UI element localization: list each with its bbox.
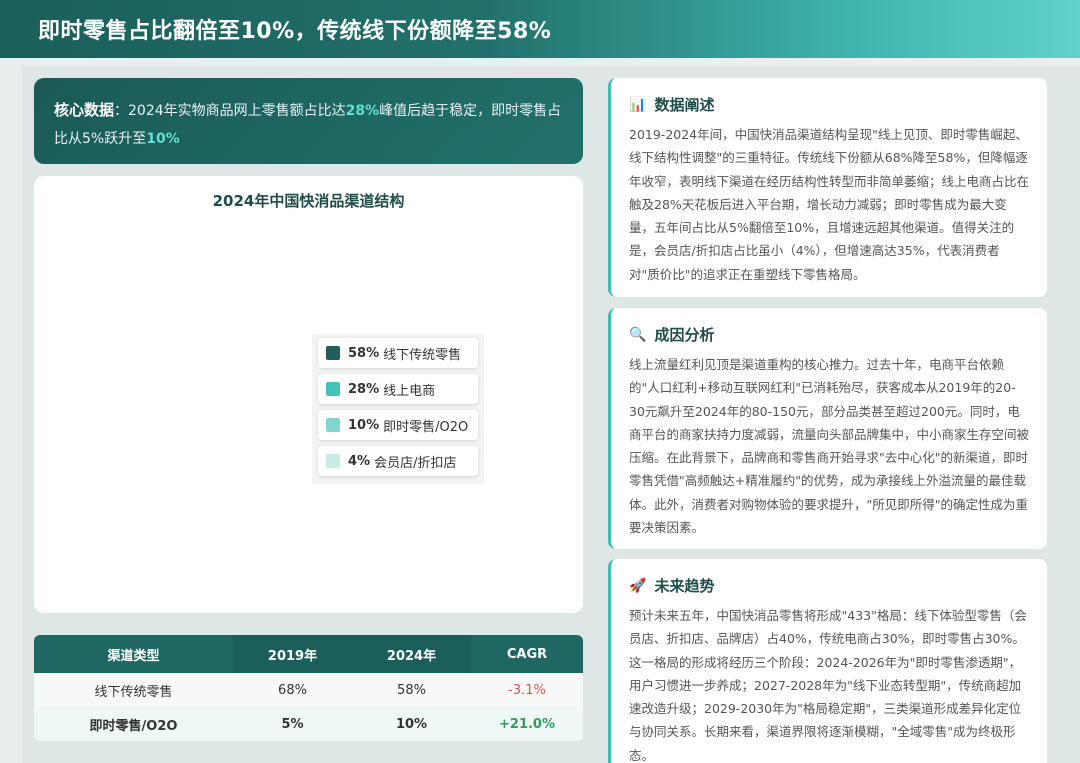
table-header-cell: 2024年 bbox=[352, 635, 471, 673]
legend-label: 即时零售/O2O bbox=[383, 419, 469, 435]
table-cell: 线下传统零售 bbox=[94, 684, 173, 700]
table-header-row: 渠道类型 2019年 2024年 CAGR bbox=[34, 635, 583, 673]
card-title: 成因分析 bbox=[654, 326, 715, 344]
card-heading: 📊 数据阐述 bbox=[629, 94, 1029, 115]
core-text-1: 2024年实物商品网上零售额占比达 bbox=[128, 103, 346, 119]
rocket-icon: 🚀 bbox=[629, 577, 647, 594]
bar-chart-icon: 📊 bbox=[629, 96, 647, 113]
legend-label: 线上电商 bbox=[383, 383, 436, 399]
channel-table: 渠道类型 2019年 2024年 CAGR 线下传统零售 68% 58% -3.… bbox=[34, 635, 583, 741]
core-data-box: 核心数据：2024年实物商品网上零售额占比达28%峰值后趋于稳定，即时零售占比从… bbox=[34, 78, 583, 164]
table-cell: 5% bbox=[281, 716, 304, 732]
table-cell: 68% bbox=[278, 682, 307, 698]
chart-card: 2024年中国快消品渠道结构 58% 线下传统零售 28% 线上电商 10% 即… bbox=[34, 176, 583, 613]
core-label: 核心数据 bbox=[54, 101, 115, 119]
table-header-cell: 渠道类型 bbox=[107, 648, 160, 664]
card-body: 2019-2024年间，中国快消品渠道结构呈现"线上见顶、即时零售崛起、线下结构… bbox=[629, 127, 1030, 282]
legend-swatch bbox=[326, 418, 340, 432]
card-body: 预计未来五年，中国快消品零售将形成"433"格局：线下体验型零售（会员店、折扣店… bbox=[629, 608, 1027, 763]
magnifier-icon: 🔍 bbox=[629, 326, 647, 343]
future-trend-card: 🚀 未来趋势 预计未来五年，中国快消品零售将形成"433"格局：线下体验型零售（… bbox=[608, 559, 1047, 763]
legend-item[interactable]: 58% 线下传统零售 bbox=[318, 338, 478, 368]
table-header-cell: 2019年 bbox=[233, 635, 352, 673]
card-body: 线上流量红利见顶是渠道重构的核心推力。过去十年，电商平台依赖的"人口红利+移动互… bbox=[629, 357, 1030, 536]
legend-swatch bbox=[326, 454, 340, 468]
card-heading: 🔍 成因分析 bbox=[629, 324, 1029, 345]
left-column: 核心数据：2024年实物商品网上零售额占比达28%峰值后趋于稳定，即时零售占比从… bbox=[22, 66, 598, 763]
table-cell: -3.1% bbox=[508, 682, 546, 698]
legend-label: 线下传统零售 bbox=[383, 347, 462, 363]
core-highlight-2: 10% bbox=[146, 131, 180, 147]
legend-percent: 10% bbox=[348, 417, 380, 433]
card-heading: 🚀 未来趋势 bbox=[629, 575, 1029, 596]
table-row: 即时零售/O2O 5% 10% +21.0% bbox=[34, 707, 583, 741]
legend-swatch bbox=[326, 382, 340, 396]
table-cell: 即时零售/O2O bbox=[89, 718, 178, 734]
legend-swatch bbox=[326, 346, 340, 360]
chart-title: 2024年中国快消品渠道结构 bbox=[212, 192, 405, 210]
core-sep: ： bbox=[114, 103, 129, 119]
core-highlight-1: 28% bbox=[345, 103, 380, 119]
table-cell: 10% bbox=[395, 716, 428, 732]
legend-item[interactable]: 28% 线上电商 bbox=[318, 374, 478, 404]
card-title: 未来趋势 bbox=[654, 577, 715, 595]
legend-item[interactable]: 10% 即时零售/O2O bbox=[318, 410, 478, 440]
page-header: 即时零售占比翻倍至10%，传统线下份额降至58% bbox=[0, 0, 1080, 58]
legend-percent: 58% bbox=[348, 345, 380, 361]
right-column: 📊 数据阐述 2019-2024年间，中国快消品渠道结构呈现"线上见顶、即时零售… bbox=[598, 66, 1080, 763]
legend-item[interactable]: 4% 会员店/折扣店 bbox=[318, 446, 478, 476]
table-header-cell: CAGR bbox=[506, 646, 548, 662]
legend-label: 会员店/折扣店 bbox=[374, 455, 457, 471]
page-title: 即时零售占比翻倍至10%，传统线下份额降至58% bbox=[38, 19, 552, 44]
card-title: 数据阐述 bbox=[654, 96, 715, 114]
table-cell: +21.0% bbox=[499, 716, 555, 732]
data-table: 渠道类型 2019年 2024年 CAGR 线下传统零售 68% 58% -3.… bbox=[34, 635, 583, 741]
table-cell: 58% bbox=[397, 682, 426, 698]
legend-percent: 28% bbox=[348, 381, 380, 397]
legend-percent: 4% bbox=[348, 453, 371, 469]
chart-legend: 58% 线下传统零售 28% 线上电商 10% 即时零售/O2O 4% 会员店/… bbox=[312, 334, 484, 484]
cause-analysis-card: 🔍 成因分析 线上流量红利见顶是渠道重构的核心推力。过去十年，电商平台依赖的"人… bbox=[608, 308, 1047, 549]
data-description-card: 📊 数据阐述 2019-2024年间，中国快消品渠道结构呈现"线上见顶、即时零售… bbox=[608, 78, 1047, 297]
table-row: 线下传统零售 68% 58% -3.1% bbox=[34, 673, 583, 707]
